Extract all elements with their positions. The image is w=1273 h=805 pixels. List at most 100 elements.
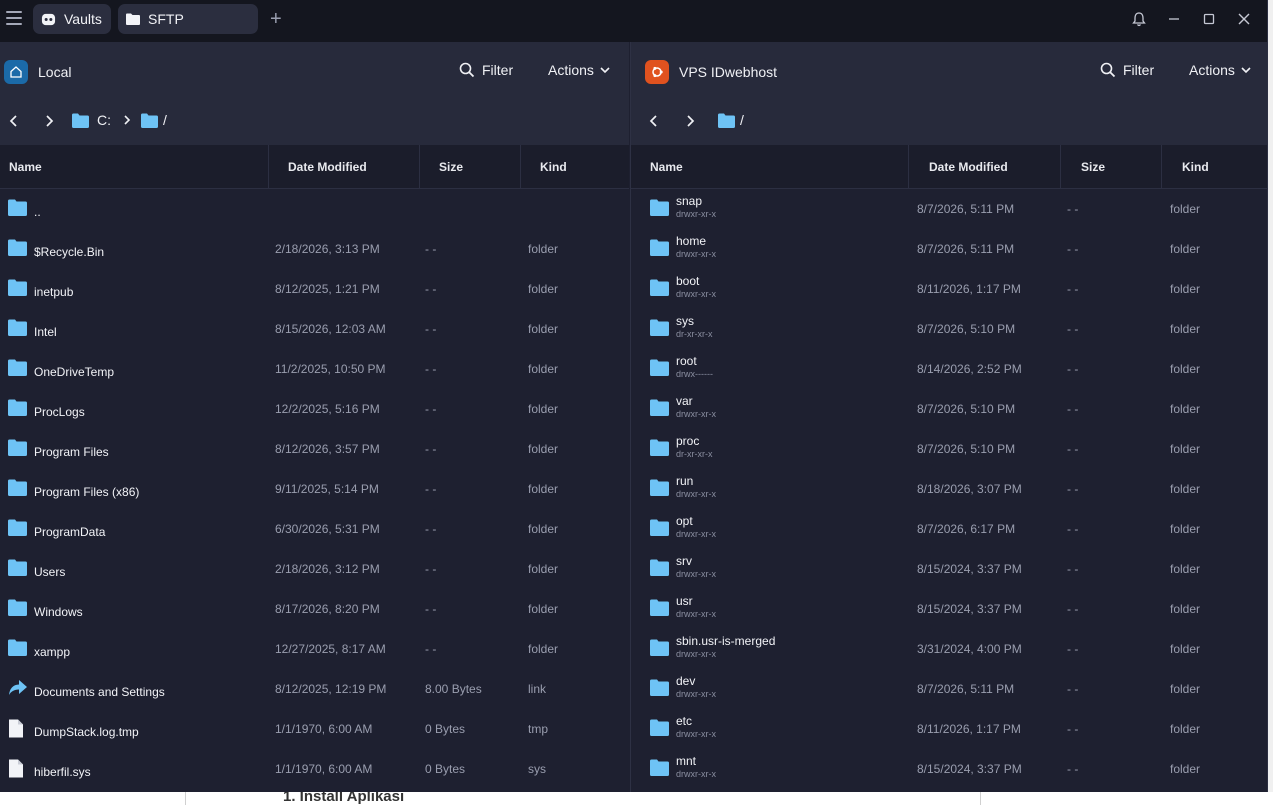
table-row[interactable]: root drwx------ 8/14/2026, 2:52 PM - - folde… xyxy=(631,349,1267,389)
table-row[interactable]: dev drwxr-xr-x 8/7/2026, 5:11 PM - - folder xyxy=(631,669,1267,709)
row-name: sys xyxy=(676,314,694,328)
folder-icon xyxy=(8,359,27,381)
table-row[interactable]: sbin.usr-is-merged drwxr-xr-x 3/31/2024, 4… xyxy=(631,629,1267,669)
folder-icon xyxy=(72,113,89,128)
table-row[interactable]: Program Files 8/12/2026, 3:57 PM - - folder xyxy=(0,429,629,469)
table-row[interactable]: snap drwxr-xr-x 8/7/2026, 5:11 PM - - folder xyxy=(631,189,1267,229)
minimize-icon[interactable] xyxy=(1165,10,1183,28)
host-name: Local xyxy=(38,64,72,80)
row-size: - - xyxy=(1067,482,1079,496)
column-kind[interactable]: Kind xyxy=(521,145,629,189)
remote-pane: VPS IDwebhost Filter Actions / Name Date… xyxy=(630,42,1267,792)
row-kind: link xyxy=(528,682,547,696)
row-size: - - xyxy=(1067,282,1079,296)
table-row[interactable]: mnt drwxr-xr-x 8/15/2024, 3:37 PM - - folder xyxy=(631,749,1267,789)
folder-icon xyxy=(8,439,27,461)
table-row[interactable]: inetpub 8/12/2025, 1:21 PM - - folder xyxy=(0,269,629,309)
forward-arrow-icon[interactable] xyxy=(683,114,697,128)
tab-vaults[interactable]: Vaults xyxy=(33,4,111,34)
pane-header: Local Filter Actions C: / xyxy=(0,42,629,145)
row-name: Users xyxy=(34,565,66,579)
breadcrumb-root[interactable]: / xyxy=(718,112,744,128)
column-size[interactable]: Size xyxy=(420,145,521,189)
row-date: 8/7/2026, 5:11 PM xyxy=(917,242,1015,256)
table-row[interactable]: usr drwxr-xr-x 8/15/2024, 3:37 PM - - folder xyxy=(631,589,1267,629)
folder-icon xyxy=(8,479,27,501)
table-row[interactable]: opt drwxr-xr-x 8/7/2026, 6:17 PM - - folder xyxy=(631,509,1267,549)
row-kind: folder xyxy=(528,442,559,456)
table-row[interactable]: xampp 12/27/2025, 8:17 AM - - folder xyxy=(0,629,629,669)
table-row[interactable]: srv drwxr-xr-x 8/15/2024, 3:37 PM - - folder xyxy=(631,549,1267,589)
table-row[interactable]: sys dr-xr-xr-x 8/7/2026, 5:10 PM - - folder xyxy=(631,309,1267,349)
breadcrumb-drive[interactable]: C: xyxy=(72,112,133,128)
table-row[interactable]: $Recycle.Bin 2/18/2026, 3:13 PM - - folder xyxy=(0,229,629,269)
row-permissions: drwxr-xr-x xyxy=(676,609,716,619)
tab-sftp[interactable]: SFTP xyxy=(118,4,258,34)
row-size: - - xyxy=(1067,242,1079,256)
table-row[interactable]: home drwxr-xr-x 8/7/2026, 5:11 PM - - folder xyxy=(631,229,1267,269)
column-date[interactable]: Date Modified xyxy=(269,145,420,189)
row-date: 11/2/2025, 10:50 PM xyxy=(275,362,386,376)
row-name: DumpStack.log.tmp xyxy=(34,725,139,739)
folder-icon xyxy=(8,519,27,541)
vaults-icon xyxy=(41,12,56,27)
breadcrumb: C: / xyxy=(0,106,629,136)
folder-icon xyxy=(8,279,27,301)
row-name: Program Files xyxy=(34,445,109,459)
table-row[interactable]: Documents and Settings 8/12/2025, 12:19 P… xyxy=(0,669,629,709)
table-row[interactable]: Intel 8/15/2026, 12:03 AM - - folder xyxy=(0,309,629,349)
column-header: Name Date Modified Size Kind xyxy=(631,145,1267,189)
row-date: 1/1/1970, 6:00 AM xyxy=(275,722,373,736)
row-date: 8/7/2026, 5:10 PM xyxy=(917,402,1016,416)
back-arrow-icon[interactable] xyxy=(7,114,21,128)
row-name: Program Files (x86) xyxy=(34,485,140,499)
forward-arrow-icon[interactable] xyxy=(42,114,56,128)
row-date: 8/17/2026, 8:20 PM xyxy=(275,602,380,616)
new-tab-plus-icon[interactable]: + xyxy=(270,8,282,31)
hamburger-menu-icon[interactable] xyxy=(6,11,22,27)
table-row[interactable]: etc drwxr-xr-x 8/11/2026, 1:17 PM - - folder xyxy=(631,709,1267,749)
folder-icon xyxy=(650,399,669,421)
table-row[interactable]: boot drwxr-xr-x 8/11/2026, 1:17 PM - - folde… xyxy=(631,269,1267,309)
column-size[interactable]: Size xyxy=(1061,145,1162,189)
row-date: 8/12/2026, 3:57 PM xyxy=(275,442,380,456)
column-kind[interactable]: Kind xyxy=(1162,145,1267,189)
row-size: - - xyxy=(425,442,437,456)
table-row[interactable]: ProcLogs 12/2/2025, 5:16 PM - - folder xyxy=(0,389,629,429)
table-row[interactable]: OneDriveTemp 11/2/2025, 10:50 PM - - folder xyxy=(0,349,629,389)
table-row[interactable]: Program Files (x86) 9/11/2025, 5:14 PM - -… xyxy=(0,469,629,509)
table-row[interactable]: var drwxr-xr-x 8/7/2026, 5:10 PM - - folder xyxy=(631,389,1267,429)
filter-button[interactable]: Filter xyxy=(459,62,513,78)
close-icon[interactable] xyxy=(1235,10,1253,28)
row-permissions: drwxr-xr-x xyxy=(676,409,716,419)
row-name: Intel xyxy=(34,325,57,339)
row-name: Documents and Settings xyxy=(34,685,165,699)
row-kind: folder xyxy=(528,602,559,616)
back-arrow-icon[interactable] xyxy=(647,114,661,128)
folder-icon xyxy=(650,319,669,341)
maximize-icon[interactable] xyxy=(1200,10,1218,28)
table-row[interactable]: .. xyxy=(0,189,629,229)
row-date: 8/15/2024, 3:37 PM xyxy=(917,562,1022,576)
actions-button[interactable]: Actions xyxy=(548,62,611,78)
row-permissions: drwxr-xr-x xyxy=(676,489,716,499)
breadcrumb-root[interactable]: / xyxy=(141,112,167,128)
table-row[interactable]: run drwxr-xr-x 8/18/2026, 3:07 PM - - folder xyxy=(631,469,1267,509)
bell-icon[interactable] xyxy=(1130,10,1148,28)
table-row[interactable]: DumpStack.log.tmp 1/1/1970, 6:00 AM 0 Byte… xyxy=(0,709,629,749)
column-date[interactable]: Date Modified xyxy=(909,145,1061,189)
table-row[interactable]: hiberfil.sys 1/1/1970, 6:00 AM 0 Bytes sys xyxy=(0,749,629,789)
row-kind: folder xyxy=(528,522,559,536)
folder-icon xyxy=(8,399,27,421)
table-row[interactable]: Windows 8/17/2026, 8:20 PM - - folder xyxy=(0,589,629,629)
column-name[interactable]: Name xyxy=(631,145,909,189)
row-kind: folder xyxy=(528,642,559,656)
table-row[interactable]: ProgramData 6/30/2026, 5:31 PM - - folder xyxy=(0,509,629,549)
table-row[interactable]: proc dr-xr-xr-x 8/7/2026, 5:10 PM - - folder xyxy=(631,429,1267,469)
row-name: ProgramData xyxy=(34,525,106,539)
row-size: - - xyxy=(425,642,437,656)
filter-button[interactable]: Filter xyxy=(1100,62,1154,78)
table-row[interactable]: Users 2/18/2026, 3:12 PM - - folder xyxy=(0,549,629,589)
column-name[interactable]: Name xyxy=(0,145,269,189)
actions-button[interactable]: Actions xyxy=(1189,62,1252,78)
